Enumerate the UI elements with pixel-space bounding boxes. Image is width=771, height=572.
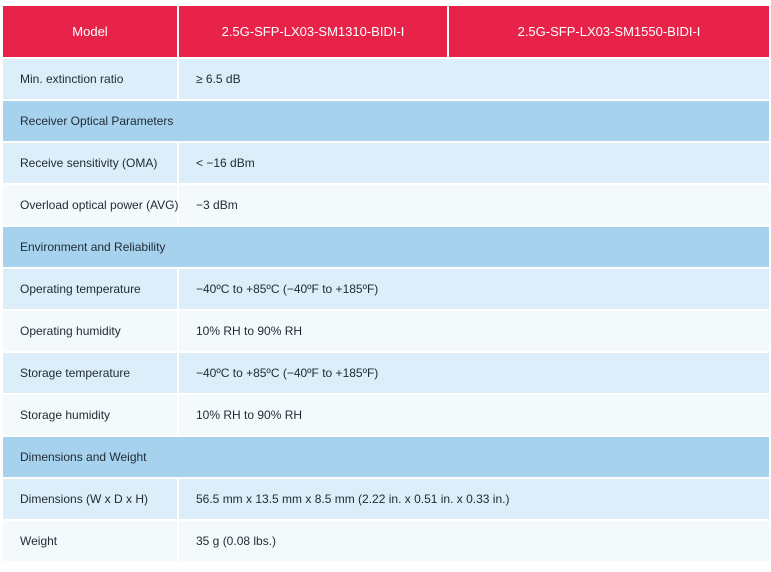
model-2-header: 2.5G-SFP-LX03-SM1550-BIDI-I	[448, 6, 769, 58]
section-title: Environment and Reliability	[3, 225, 769, 268]
table-row: Dimensions (W x D x H) 56.5 mm x 13.5 mm…	[3, 477, 769, 520]
row-value: < −16 dBm	[178, 141, 769, 184]
row-value: −40ºC to +85ºC (−40ºF to +185ºF)	[178, 351, 769, 394]
row-value: 35 g (0.08 lbs.)	[178, 519, 769, 561]
section-row: Environment and Reliability	[3, 225, 769, 268]
row-label: Operating temperature	[3, 267, 179, 310]
row-value: −3 dBm	[178, 183, 769, 226]
table-row: Operating humidity 10% RH to 90% RH	[3, 309, 769, 352]
row-label: Storage temperature	[3, 351, 179, 394]
row-value: −40ºC to +85ºC (−40ºF to +185ºF)	[178, 267, 769, 310]
section-title: Dimensions and Weight	[3, 435, 769, 478]
model-1-header: 2.5G-SFP-LX03-SM1310-BIDI-I	[178, 6, 449, 58]
table-row: Weight 35 g (0.08 lbs.)	[3, 519, 769, 561]
section-title: Receiver Optical Parameters	[3, 99, 769, 142]
table-row: Operating temperature −40ºC to +85ºC (−4…	[3, 267, 769, 310]
row-label: Operating humidity	[3, 309, 179, 352]
table-row: Storage temperature −40ºC to +85ºC (−40º…	[3, 351, 769, 394]
table-row: Overload optical power (AVG) −3 dBm	[3, 183, 769, 226]
section-row: Dimensions and Weight	[3, 435, 769, 478]
row-label: Min. extinction ratio	[3, 57, 179, 100]
row-value: 10% RH to 90% RH	[178, 393, 769, 436]
row-label: Weight	[3, 519, 179, 561]
model-column-header: Model	[3, 6, 179, 58]
section-row: Receiver Optical Parameters	[3, 99, 769, 142]
table-row: Min. extinction ratio ≥ 6.5 dB	[3, 57, 769, 100]
table-row: Storage humidity 10% RH to 90% RH	[3, 393, 769, 436]
row-label: Receive sensitivity (OMA)	[3, 141, 179, 184]
row-label: Overload optical power (AVG)	[3, 183, 179, 226]
table-row: Receive sensitivity (OMA) < −16 dBm	[3, 141, 769, 184]
row-label: Dimensions (W x D x H)	[3, 477, 179, 520]
row-value: ≥ 6.5 dB	[178, 57, 769, 100]
table-header-row: Model 2.5G-SFP-LX03-SM1310-BIDI-I 2.5G-S…	[3, 6, 769, 58]
spec-table: Model 2.5G-SFP-LX03-SM1310-BIDI-I 2.5G-S…	[3, 6, 769, 561]
row-value: 56.5 mm x 13.5 mm x 8.5 mm (2.22 in. x 0…	[178, 477, 769, 520]
row-label: Storage humidity	[3, 393, 179, 436]
row-value: 10% RH to 90% RH	[178, 309, 769, 352]
